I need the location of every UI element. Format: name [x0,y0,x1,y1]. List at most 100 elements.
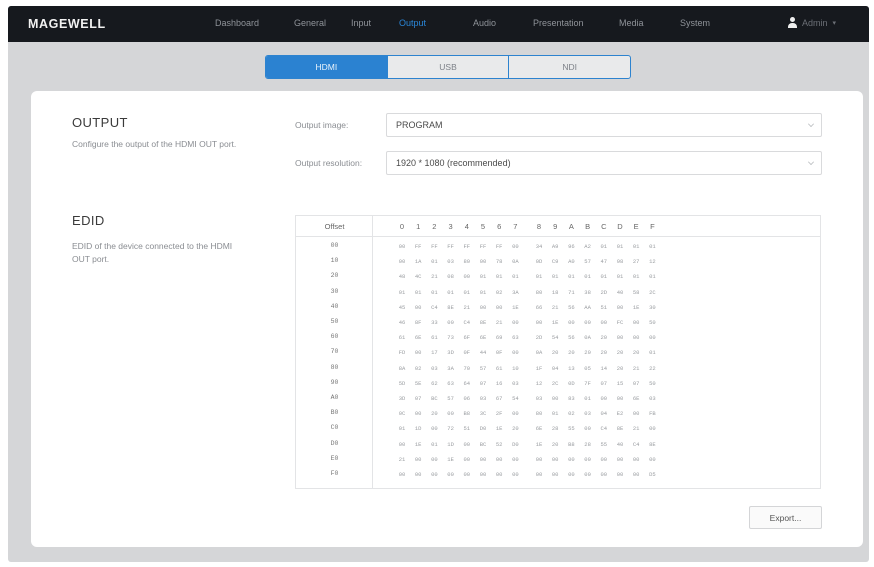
edid-byte-cell: 00 [431,471,438,478]
edid-byte-cell: 01 [649,273,656,281]
edid-byte-cell: 00 [616,395,624,402]
tab-hdmi[interactable]: HDMI [266,56,388,78]
edid-byte-cell: 00 [463,273,471,281]
nav-item-general[interactable]: General [294,18,326,28]
output-port-tabs: HDMI USB NDI [265,55,631,79]
nav-item-media[interactable]: Media [619,18,644,28]
edid-byte-cell: 64 [463,379,471,387]
edid-byte-cell: 03 [649,395,656,402]
edid-byte-cell: 01 [463,288,471,296]
edid-byte-cell: 57 [447,395,454,402]
export-button[interactable]: Export... [749,506,822,529]
user-menu[interactable]: Admin ▾ [788,17,836,28]
edid-column-header: D [617,222,623,231]
edid-byte-cell: 00 [600,395,608,402]
edid-byte-cell: 00 [447,319,454,326]
edid-byte-cell: 28 [584,440,591,448]
edid-byte-cell: 00 [495,455,503,463]
settings-card: OUTPUT Configure the output of the HDMI … [31,91,863,547]
edid-byte-cell: 80 [463,258,471,266]
edid-offset-header: Offset [324,222,345,231]
edid-byte-cell: 01 [398,288,406,296]
edid-column-header: 4 [464,222,469,231]
edid-byte-cell: 62 [431,379,438,387]
edid-byte-cell: FF [463,243,471,250]
app-window: MAGEWELL Dashboard General Input Output … [8,6,869,562]
edid-byte-cell: 12 [649,258,656,266]
edid-byte-cell: 20 [632,349,640,357]
edid-byte-cell: 01 [431,258,438,266]
edid-byte-cell: 20 [600,334,608,342]
edid-byte-cell: 00 [649,334,656,342]
edid-byte-cell: 05 [584,364,591,372]
edid-byte-cell: 13 [568,364,575,372]
nav-item-output[interactable]: Output [399,18,426,28]
edid-column-header: 2 [432,222,437,231]
edid-byte-cell: 61 [398,334,406,342]
edid-byte-cell: 66 [535,303,543,311]
edid-byte-cell: 00 [535,455,543,463]
edid-byte-cell: 00 [632,334,640,342]
edid-byte-cell: 1E [632,303,640,311]
tab-usb[interactable]: USB [388,56,510,78]
edid-byte-cell: 33 [431,319,438,326]
tab-ndi[interactable]: NDI [509,56,630,78]
nav-item-dashboard[interactable]: Dashboard [215,18,259,28]
edid-table: Offset 0 1 2 3 4 5 6 7 8 9 A B C D E F 00 00 FF FF FF FF FF FF 0… [295,215,821,489]
nav-item-system[interactable]: System [680,18,710,28]
edid-byte-cell: 1E [551,319,559,326]
edid-byte-cell: 17 [431,349,438,357]
user-icon [788,17,797,28]
edid-byte-cell: 54 [512,395,519,402]
edid-byte-cell: 96 [568,243,575,250]
edid-byte-cell: 0A [535,349,543,357]
edid-byte-cell: 00 [463,440,471,448]
edid-byte-cell: 3A [447,364,454,372]
edid-byte-cell: 03 [535,395,543,402]
edid-byte-cell: 1F [535,364,543,372]
edid-byte-cell: 34 [535,243,543,250]
nav-item-presentation[interactable]: Presentation [533,18,584,28]
edid-byte-cell: 56 [568,334,575,342]
edid-byte-cell: FB [649,410,656,418]
edid-byte-cell: 0C [398,410,406,418]
edid-byte-cell: 00 [632,410,640,418]
edid-byte-cell: 61 [495,364,503,372]
edid-byte-cell: 01 [398,425,406,433]
edid-byte-cell: 2D [600,288,608,296]
edid-row-offset: 80 [330,363,339,371]
edid-byte-cell: D5 [649,471,656,478]
edid-byte-cell: 03 [447,258,454,266]
edid-byte-cell: 01 [447,288,454,296]
edid-byte-cell: 56 [568,303,575,311]
edid-byte-cell: 01 [616,273,624,281]
edid-byte-cell: BC [431,395,438,402]
edid-row-offset: 10 [330,257,339,265]
edid-byte-cell: 00 [463,455,471,463]
edid-row-offset: 30 [330,287,339,295]
nav-item-input[interactable]: Input [351,18,371,28]
edid-byte-cell: 12 [535,379,543,387]
edid-byte-cell: FC [616,319,624,326]
edid-column-header: A [568,222,574,231]
edid-byte-cell: 3A [512,288,519,296]
edid-byte-cell: 01 [512,273,519,281]
edid-byte-cell: 00 [616,455,624,463]
output-resolution-select[interactable]: 1920 * 1080 (recommended) [386,151,822,175]
output-image-select[interactable]: PROGRAM [386,113,822,137]
edid-byte-cell: 54 [551,334,559,342]
output-resolution-value: 1920 * 1080 (recommended) [396,158,511,168]
edid-byte-cell: 00 [584,425,591,433]
edid-byte-cell: 73 [447,334,454,342]
edid-byte-cell: 6E [479,334,487,342]
edid-byte-cell: 03 [584,410,591,418]
edid-byte-cell: 20 [616,349,624,357]
edid-byte-cell: 8F [414,319,422,326]
nav-item-audio[interactable]: Audio [473,18,496,28]
edid-byte-cell: 00 [568,455,575,463]
edid-byte-cell: 20 [551,349,559,357]
edid-byte-cell: 1A [414,258,422,266]
edid-byte-cell: 15 [616,379,624,387]
edid-byte-cell: 21 [632,364,640,372]
edid-byte-cell: 00 [649,455,656,463]
